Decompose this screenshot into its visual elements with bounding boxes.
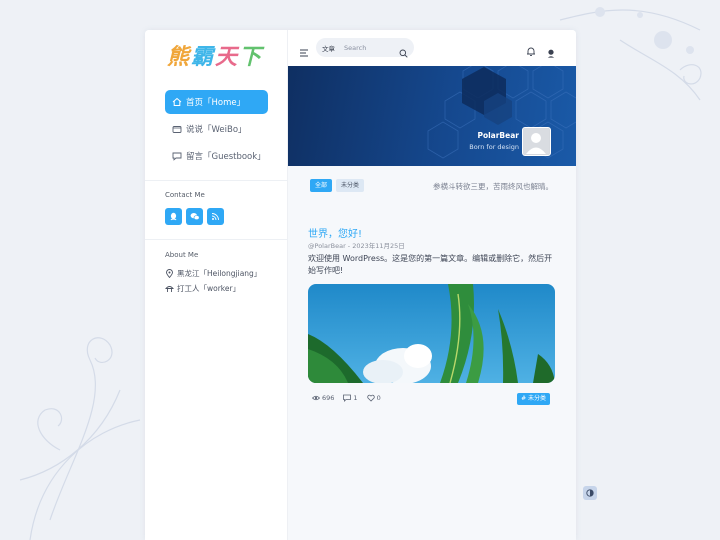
views-count: 696 — [322, 394, 335, 402]
folder-icon — [172, 124, 182, 134]
post-title[interactable]: 世界，您好! — [308, 225, 362, 240]
logo-char: 熊 — [167, 44, 192, 70]
post-meta: @PolarBear - 2023年11月25日 — [308, 242, 405, 250]
nav-item-home[interactable]: 首页「Home」 — [165, 90, 268, 114]
about-location: 黑龙江「Heilongjiang」 — [165, 268, 261, 279]
home-icon — [172, 97, 182, 107]
post-stats: 696 1 0 — [312, 394, 381, 402]
sidebar: 熊霸天下 首页「Home」 说说「WeiBo」 留言「Guestbook」 Co… — [145, 30, 288, 540]
about-title: About Me — [165, 251, 199, 259]
menu-icon[interactable] — [299, 43, 309, 57]
comment-icon — [343, 394, 352, 402]
filter-uncategorized[interactable]: 未分类 — [336, 179, 365, 192]
comments-count: 1 — [353, 394, 358, 402]
contact-title: Contact Me — [165, 191, 205, 199]
logo-char: 下 — [239, 44, 264, 70]
profile-banner: PolarBear Born for design — [288, 66, 576, 166]
site-logo[interactable]: 熊霸天下 — [167, 39, 264, 70]
user-icon[interactable] — [547, 43, 555, 58]
banana-leaf-image — [308, 284, 555, 383]
main-nav: 首页「Home」 说说「WeiBo」 留言「Guestbook」 — [165, 90, 268, 171]
nav-item-weibo[interactable]: 说说「WeiBo」 — [165, 117, 268, 141]
about-job: 打工人「worker」 — [165, 283, 240, 294]
bell-icon[interactable] — [526, 42, 536, 57]
rss-icon[interactable] — [207, 208, 224, 225]
divider — [145, 239, 288, 240]
about-location-text: 黑龙江「Heilongjiang」 — [177, 269, 262, 278]
category-filters: 全部 未分类 — [310, 179, 365, 192]
nav-item-label: 说说「WeiBo」 — [186, 125, 247, 135]
heart-icon — [366, 394, 375, 402]
worker-icon — [165, 284, 174, 293]
views-stat: 696 — [312, 394, 334, 402]
page-shell: 熊霸天下 首页「Home」 说说「WeiBo」 留言「Guestbook」 Co… — [145, 30, 576, 540]
post-excerpt: 欢迎使用 WordPress。这是您的第一篇文章。编辑或删除它，然后开始写作吧! — [308, 254, 553, 275]
divider — [145, 180, 288, 181]
comments-stat[interactable]: 1 — [343, 394, 358, 402]
likes-count: 0 — [376, 394, 381, 402]
main-content: 文章 Search PolarBear Born for design 全部 未… — [288, 30, 576, 540]
motto-text: 参横斗转欲三更，苦雨终风也解晴。 — [433, 182, 553, 191]
filter-all[interactable]: 全部 — [310, 179, 333, 192]
message-icon — [172, 151, 182, 161]
nav-item-guestbook[interactable]: 留言「Guestbook」 — [165, 144, 268, 168]
avatar[interactable] — [522, 127, 551, 156]
eye-icon — [312, 394, 320, 402]
category-badge[interactable]: # 未分类 — [517, 393, 550, 405]
post-thumbnail[interactable] — [308, 284, 555, 383]
qq-icon[interactable] — [165, 208, 182, 225]
logo-char: 天 — [215, 44, 240, 70]
nav-item-label: 首页「Home」 — [186, 98, 246, 108]
search-icon[interactable] — [399, 43, 408, 58]
top-bar: 文章 — [288, 30, 576, 66]
wechat-icon[interactable] — [186, 208, 203, 225]
search-box: 文章 — [316, 38, 414, 58]
search-scope[interactable]: 文章 — [322, 43, 335, 53]
location-icon — [165, 269, 174, 278]
theme-toggle-icon[interactable] — [583, 486, 597, 500]
search-input[interactable] — [344, 43, 396, 52]
nav-item-label: 留言「Guestbook」 — [186, 152, 266, 162]
about-job-text: 打工人「worker」 — [177, 284, 241, 293]
likes-stat[interactable]: 0 — [366, 394, 381, 402]
banner-subtitle: Born for design — [469, 143, 519, 151]
contact-icons — [165, 208, 224, 225]
logo-char: 霸 — [191, 44, 216, 70]
banner-name: PolarBear — [477, 131, 519, 140]
